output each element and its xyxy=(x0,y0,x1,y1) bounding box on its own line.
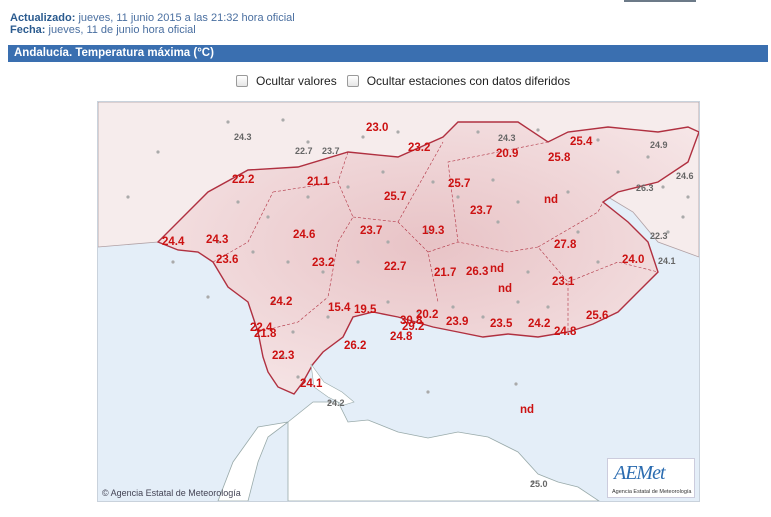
station-value-label: 22.2 xyxy=(232,174,254,186)
station-value-label: 25.4 xyxy=(570,136,593,148)
station-value-label: 22.7 xyxy=(384,261,406,273)
neighbor-station-value-label: 26.3 xyxy=(636,183,654,193)
map-title: Andalucía. Temperatura máxima (°C) xyxy=(8,45,768,62)
checkbox-icon[interactable] xyxy=(236,75,248,87)
hide-values-label: Ocultar valores xyxy=(256,74,337,88)
date-label: Fecha: xyxy=(10,24,46,36)
logo-mark: AEMet xyxy=(614,462,666,484)
station-value-label: nd xyxy=(498,283,512,295)
temperature-map[interactable]: 23.0 23.2 20.9 25.4 25.8 22.2 21.1 25.7 25.7 nd 24… xyxy=(97,101,700,502)
station-value-label: 26.2 xyxy=(344,340,366,352)
station-value-label: 24.0 xyxy=(622,254,644,266)
station-value-label: 24.2 xyxy=(270,296,292,308)
station-value-label: 25.7 xyxy=(384,191,406,203)
station-value-label: 24.8 xyxy=(554,326,577,338)
station-value-label: 21.7 xyxy=(434,267,456,279)
station-value-label: 23.1 xyxy=(552,276,575,288)
station-value-label: 19.3 xyxy=(422,225,444,237)
station-value-label: 23.2 xyxy=(312,257,334,269)
station-value-label: 23.5 xyxy=(490,318,513,330)
neighbor-station-value-label: 25.0 xyxy=(530,479,548,489)
station-value-label: 25.7 xyxy=(448,178,470,190)
checkbox-icon[interactable] xyxy=(346,75,359,87)
hide-deferred-checkbox[interactable]: Ocultar estaciones con datos diferidos xyxy=(346,74,571,88)
station-value-label: 24.1 xyxy=(300,378,323,390)
date-line: Fecha: jueves, 11 de junio hora oficial xyxy=(10,24,196,37)
station-value-label: 23.7 xyxy=(360,225,382,237)
neighbor-station-value-label: 24.9 xyxy=(650,140,668,150)
station-value-label: 26.3 xyxy=(466,266,488,278)
station-value-label: 22.3 xyxy=(272,350,294,362)
hide-deferred-label: Ocultar estaciones con datos diferidos xyxy=(366,74,571,88)
neighbor-station-value-label: 22.7 xyxy=(295,146,313,156)
station-value-label: nd xyxy=(544,194,558,206)
station-value-label: 23.2 xyxy=(408,142,430,154)
hide-values-checkbox[interactable]: Ocultar valores xyxy=(236,74,337,88)
neighbor-station-value-label: 24.3 xyxy=(498,133,516,143)
station-value-label: 24.3 xyxy=(206,234,228,246)
station-value-label: 27.8 xyxy=(554,239,577,251)
station-value-label: 21.8 xyxy=(254,328,277,340)
station-value-label: 24.4 xyxy=(162,236,185,248)
map-credit: © Agencia Estatal de Meteorología xyxy=(102,488,241,498)
station-value-label: 24.8 xyxy=(390,331,413,343)
neighbor-station-value-label: 24.6 xyxy=(676,171,694,181)
map-controls: Ocultar valores Ocultar estaciones con d… xyxy=(236,74,578,88)
station-value-label: 23.0 xyxy=(366,122,388,134)
station-value-label: 15.4 xyxy=(328,302,351,314)
station-value-label: 24.6 xyxy=(293,229,315,241)
neighbor-station-value-label: 24.1 xyxy=(658,256,676,266)
station-value-label: nd xyxy=(520,404,534,416)
map-canvas: 23.0 23.2 20.9 25.4 25.8 22.2 21.1 25.7 25.7 nd 24… xyxy=(98,102,699,501)
copyright-icon: © xyxy=(102,488,109,498)
station-value-label: nd xyxy=(490,263,504,275)
credit-text: Agencia Estatal de Meteorología xyxy=(110,488,241,498)
updated-value: jueves, 11 junio 2015 a las 21:32 hora o… xyxy=(78,12,295,24)
station-value-label: 21.1 xyxy=(307,176,330,188)
updated-label: Actualizado: xyxy=(10,12,76,24)
neighbor-station-value-label: 23.7 xyxy=(322,146,340,156)
top-divider xyxy=(624,0,696,2)
station-value-label: 20.9 xyxy=(496,148,518,160)
station-value-label: 19.5 xyxy=(354,304,377,316)
station-value-label: 25.6 xyxy=(586,310,608,322)
neighbor-station-value-label: 24.3 xyxy=(234,132,252,142)
station-value-label: 24.2 xyxy=(528,318,550,330)
aemet-logo: AEMet Agencia Estatal de Meteorología xyxy=(607,458,695,498)
neighbor-station-value-label: 22.3 xyxy=(650,231,668,241)
neighbor-station-value-label: 24.2 xyxy=(327,398,345,408)
station-value-label: 23.6 xyxy=(216,254,238,266)
station-value-label: 23.9 xyxy=(446,316,468,328)
station-value-label: 23.7 xyxy=(470,205,492,217)
logo-subtitle: Agencia Estatal de Meteorología xyxy=(612,489,692,495)
station-value-label: 25.8 xyxy=(548,152,571,164)
date-value: jueves, 11 de junio hora oficial xyxy=(48,24,196,36)
